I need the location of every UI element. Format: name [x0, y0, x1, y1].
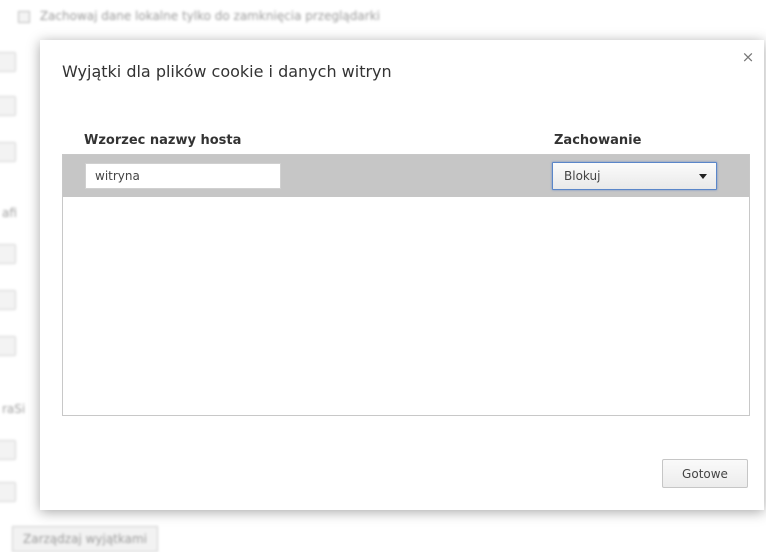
background-radio-stub [0, 244, 16, 264]
background-button-stub [0, 96, 16, 116]
background-checkbox-label: Zachowaj dane lokalne tylko do zamknięci… [39, 9, 380, 23]
background-section-fragment: afi [2, 206, 17, 220]
background-button-stub [0, 142, 16, 162]
background-button-stub [0, 290, 16, 310]
behavior-select-value: Blokuj [564, 169, 601, 183]
column-header-host-pattern: Wzorzec nazwy hosta [84, 133, 242, 148]
background-checkbox [18, 10, 30, 23]
background-manage-exceptions-button: Zarządzaj wyjątkami [12, 526, 159, 552]
background-button-stub [0, 482, 16, 502]
dialog-title: Wyjątki dla plików cookie i danych witry… [62, 62, 392, 81]
behavior-select[interactable]: Blokuj [552, 162, 717, 190]
background-section-fragment: raSi [2, 402, 26, 416]
list-row-selected[interactable]: Blokuj [63, 155, 749, 197]
background-checkbox-row: Zachowaj dane lokalne tylko do zamknięci… [18, 9, 380, 23]
background-radio-stub [0, 52, 16, 72]
background-radio-stub [0, 440, 16, 460]
chevron-down-icon [699, 174, 707, 179]
column-header-behavior: Zachowanie [554, 133, 642, 148]
cookie-exceptions-dialog: × Wyjątki dla plików cookie i danych wit… [40, 40, 764, 510]
exceptions-list: Blokuj [62, 154, 750, 416]
close-icon[interactable]: × [740, 49, 756, 65]
done-button[interactable]: Gotowe [662, 459, 748, 488]
host-pattern-input[interactable] [85, 163, 281, 189]
background-button-stub [0, 336, 16, 356]
